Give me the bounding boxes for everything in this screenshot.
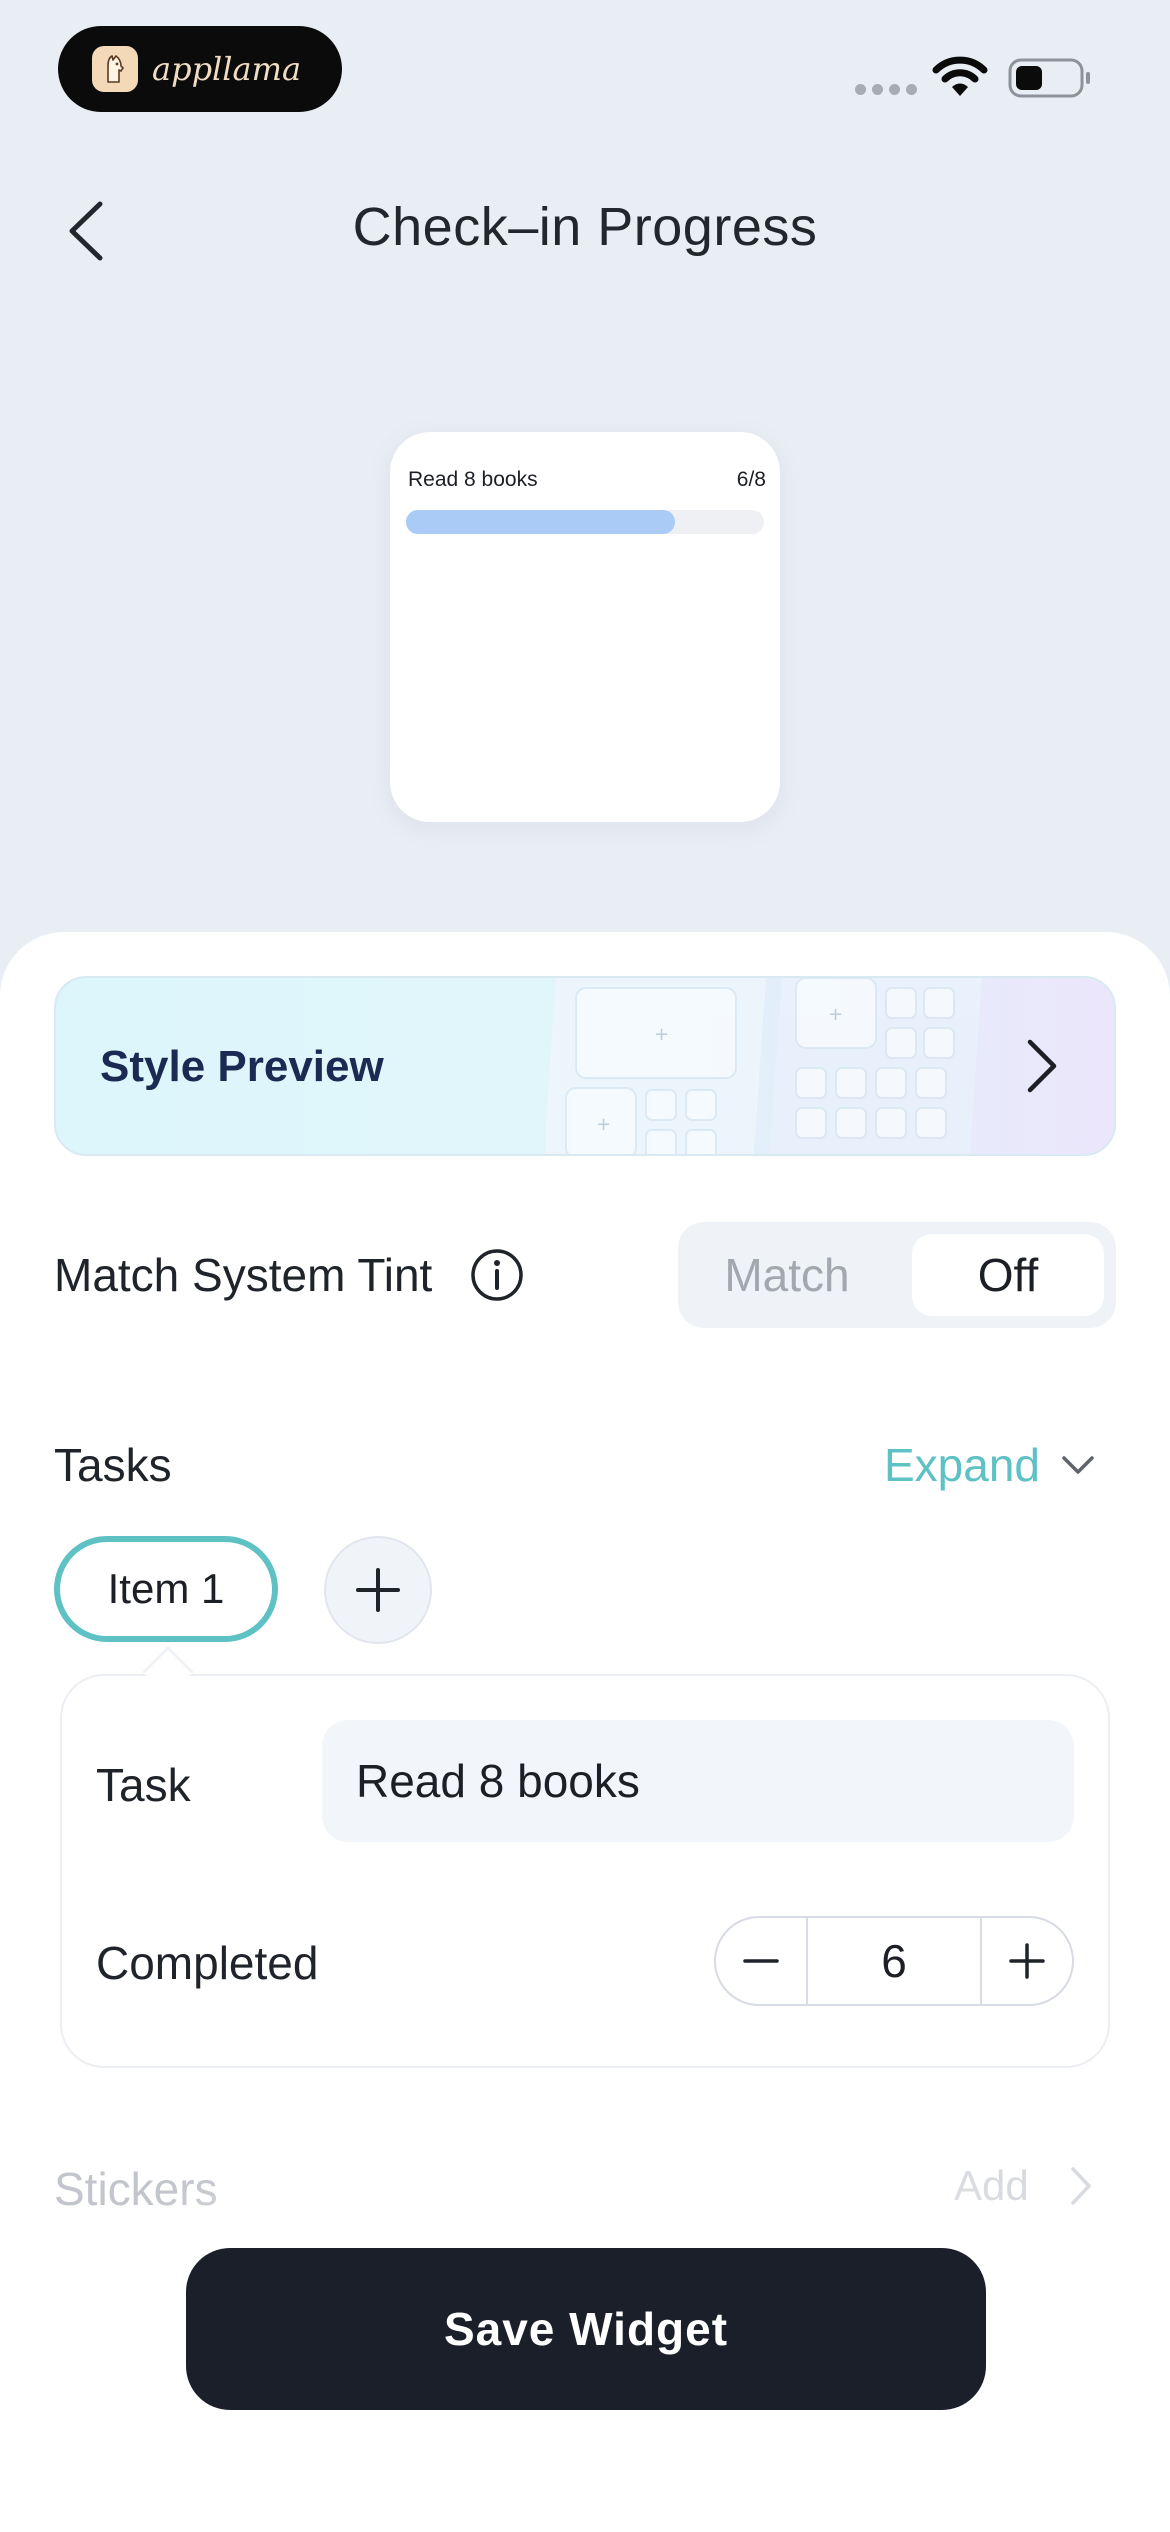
- tint-segmented-control: Match Off: [678, 1222, 1116, 1328]
- svg-text:+: +: [596, 1114, 611, 1135]
- plus-icon: [356, 1568, 400, 1612]
- decrement-button[interactable]: [716, 1918, 806, 2004]
- widget-progress-count: 6/8: [736, 468, 766, 491]
- tasks-section-label: Tasks: [54, 1439, 172, 1491]
- wifi-icon: [932, 56, 988, 96]
- completed-stepper: 6: [714, 1916, 1074, 2006]
- page-title: Check–in Progress: [352, 197, 818, 257]
- app-brand-pill: appllama: [58, 26, 342, 112]
- info-icon[interactable]: [470, 1248, 524, 1302]
- add-task-button[interactable]: [324, 1536, 432, 1644]
- chevron-right-icon[interactable]: [1068, 2164, 1094, 2208]
- plus-icon: [1009, 1943, 1045, 1979]
- widget-layout-illustration: + + +: [546, 978, 983, 1154]
- widget-task-title: Read 8 books: [408, 468, 538, 491]
- increment-button[interactable]: [982, 1918, 1072, 2004]
- add-sticker-button[interactable]: Add: [954, 2162, 1029, 2210]
- completed-field-label: Completed: [96, 1937, 319, 1989]
- llama-logo-icon: [92, 46, 138, 92]
- svg-text:+: +: [828, 1004, 843, 1025]
- match-system-tint-label: Match System Tint: [54, 1249, 433, 1301]
- tint-option-off[interactable]: Off: [912, 1234, 1104, 1316]
- save-widget-button[interactable]: Save Widget: [186, 2248, 986, 2410]
- cellular-signal-icon: [855, 84, 917, 95]
- completed-value[interactable]: 6: [806, 1918, 982, 2004]
- chevron-right-icon: [1027, 1039, 1057, 1093]
- stickers-section-label: Stickers: [54, 2163, 218, 2215]
- task-field-label: Task: [96, 1759, 191, 1811]
- minus-icon: [743, 1959, 779, 1963]
- widget-progress-fill: [406, 510, 675, 534]
- chevron-down-icon[interactable]: [1058, 1450, 1098, 1480]
- widget-progress-track: [406, 510, 764, 534]
- style-preview-banner[interactable]: + + + Style Preview: [54, 976, 1116, 1156]
- expand-button[interactable]: Expand: [884, 1438, 1040, 1492]
- style-preview-label: Style Preview: [100, 1042, 384, 1091]
- tint-option-match[interactable]: Match: [678, 1222, 896, 1328]
- task-name-input[interactable]: [322, 1720, 1074, 1842]
- brand-name: appllama: [152, 50, 302, 88]
- widget-preview: Read 8 books 6/8: [390, 432, 780, 822]
- svg-text:+: +: [654, 1024, 669, 1045]
- task-item-tab[interactable]: Item 1: [54, 1536, 278, 1642]
- battery-icon: [1008, 58, 1090, 98]
